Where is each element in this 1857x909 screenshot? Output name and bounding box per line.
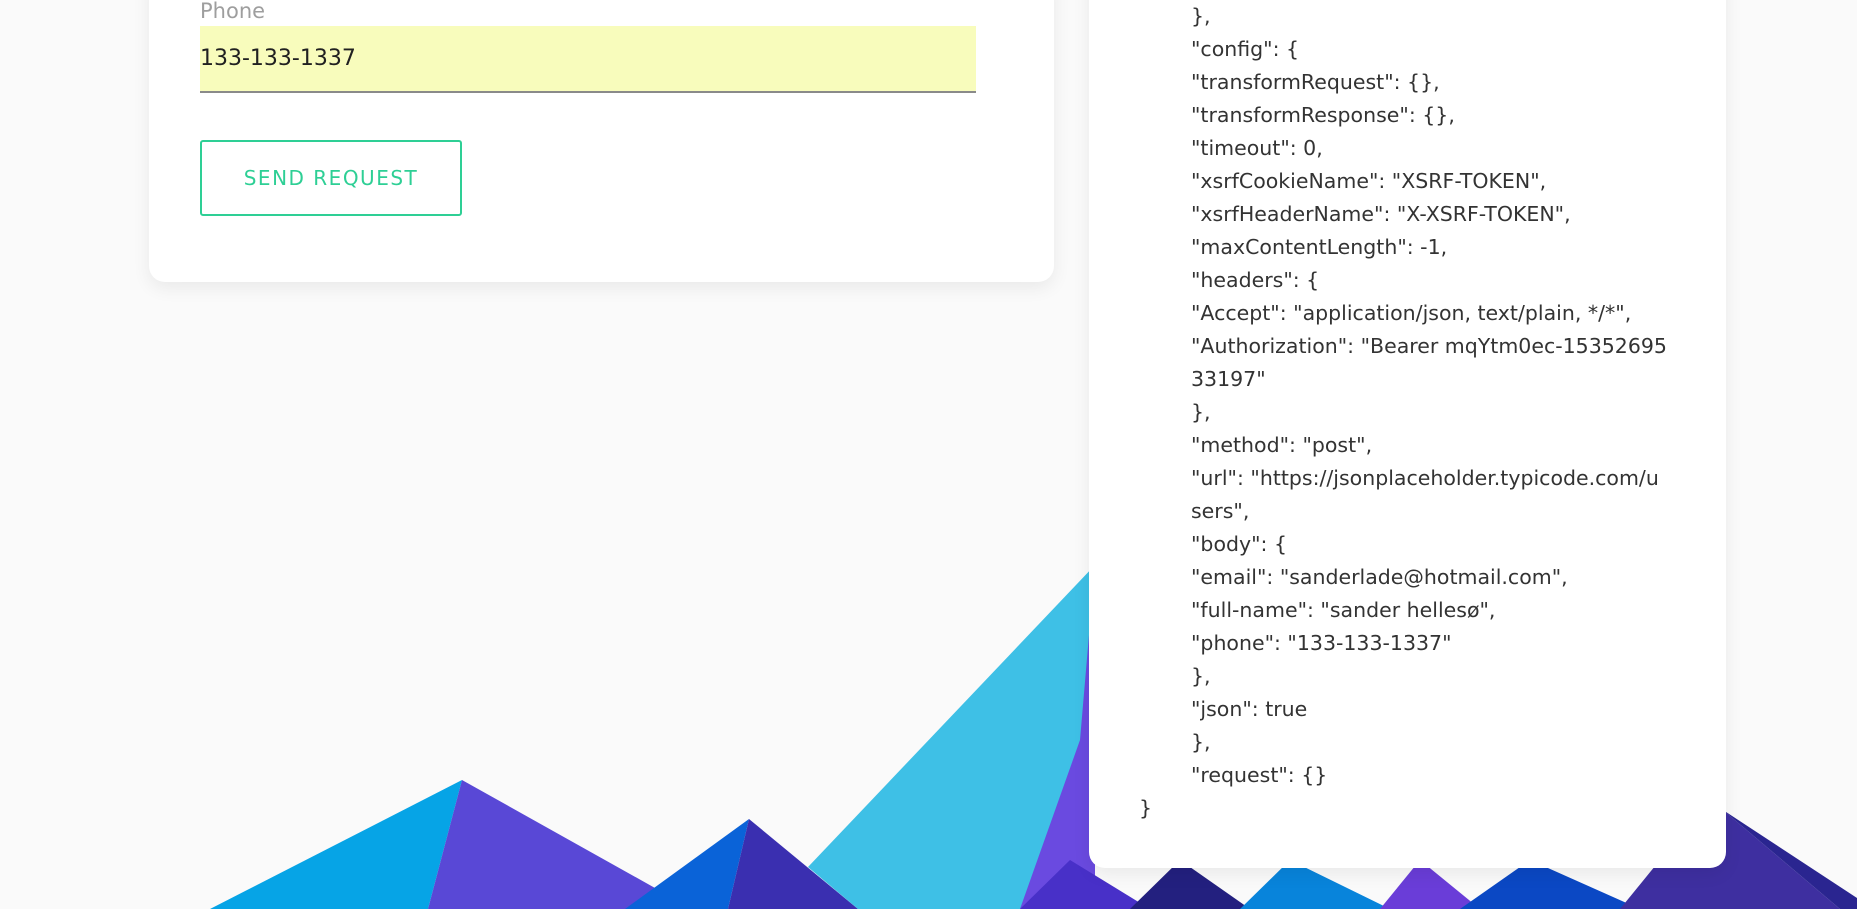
response-line: }	[1139, 796, 1153, 820]
response-line: "email": "sanderlade@hotmail.com",	[1191, 565, 1568, 589]
response-line: },	[1191, 400, 1211, 424]
response-line: },	[1191, 730, 1211, 754]
phone-input[interactable]	[200, 26, 976, 93]
response-line: "xsrfCookieName": "XSRF-TOKEN",	[1191, 169, 1547, 193]
response-line: "url": "https://jsonplaceholder.typicode…	[1191, 466, 1659, 490]
response-line: },	[1191, 664, 1211, 688]
request-form-card: Phone SEND REQUEST	[149, 0, 1054, 282]
response-line: "method": "post",	[1191, 433, 1373, 457]
phone-label: Phone	[200, 0, 266, 23]
response-line: "request": {}	[1191, 763, 1328, 787]
response-line: sers",	[1191, 499, 1250, 523]
response-line: "Authorization": "Bearer mqYtm0ec-153526…	[1191, 334, 1667, 358]
response-line: "json": true	[1191, 697, 1308, 721]
response-line: "transformResponse": {},	[1191, 103, 1455, 127]
response-json: }, "config": { "transformRequest": {}, "tra…	[1089, 0, 1726, 825]
send-request-button[interactable]: SEND REQUEST	[200, 140, 462, 216]
response-line: "Accept": "application/json, text/plain,…	[1191, 301, 1632, 325]
response-line: "timeout": 0,	[1191, 136, 1323, 160]
response-line: "full-name": "sander hellesø",	[1191, 598, 1496, 622]
response-line: 33197"	[1191, 367, 1266, 391]
response-line: "transformRequest": {},	[1191, 70, 1440, 94]
response-line: },	[1191, 4, 1211, 28]
response-line: "config": {	[1191, 37, 1300, 61]
response-line: "headers": {	[1191, 268, 1320, 292]
response-line: "xsrfHeaderName": "X-XSRF-TOKEN",	[1191, 202, 1571, 226]
response-line: "phone": "133-133-1337"	[1191, 631, 1452, 655]
response-card: }, "config": { "transformRequest": {}, "tra…	[1089, 0, 1726, 868]
response-line: "body": {	[1191, 532, 1288, 556]
response-line: "maxContentLength": -1,	[1191, 235, 1448, 259]
